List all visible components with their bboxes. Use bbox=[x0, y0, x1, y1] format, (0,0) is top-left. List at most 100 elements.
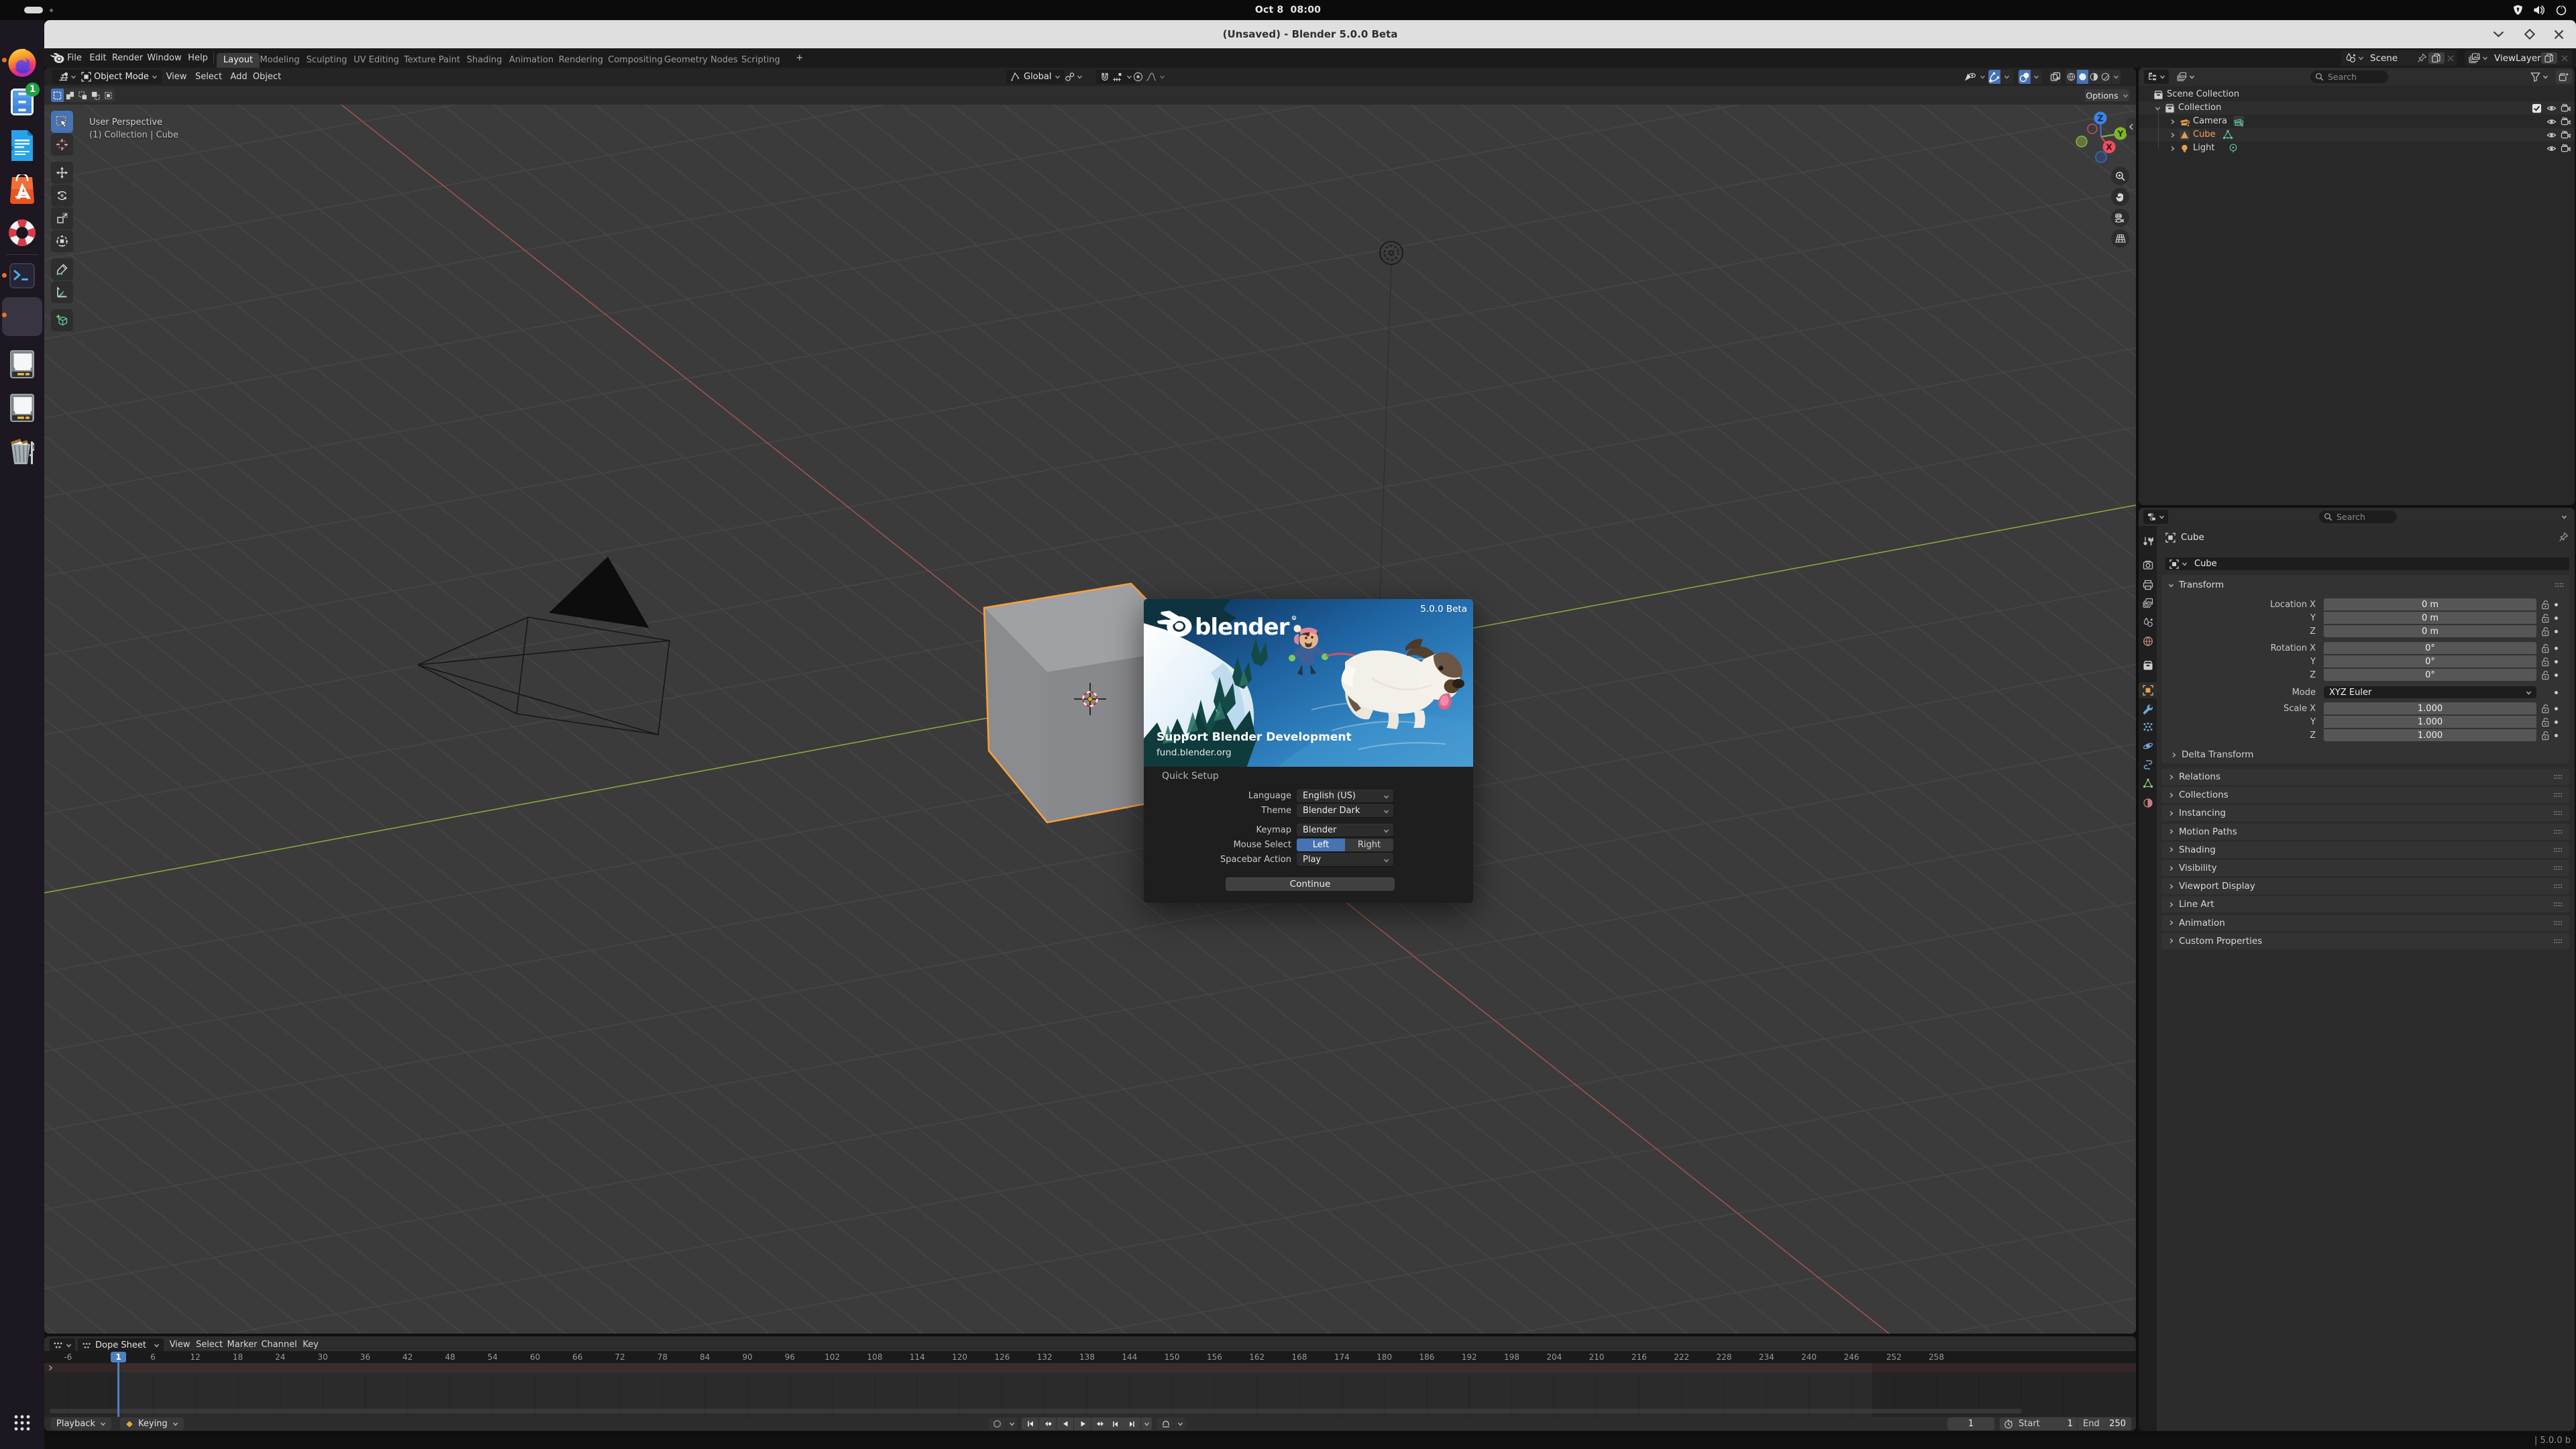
transform-panel-header[interactable]: Transform bbox=[2168, 580, 2224, 590]
gizmo-z-axis[interactable]: Z bbox=[2094, 111, 2107, 125]
cursor-tool[interactable] bbox=[51, 133, 73, 156]
chevron-right-icon[interactable] bbox=[2169, 146, 2176, 152]
lock-icon[interactable] bbox=[2541, 627, 2550, 637]
workspace-tab-modeling[interactable]: Modeling bbox=[253, 53, 306, 68]
lock-icon[interactable] bbox=[2541, 643, 2550, 653]
outliner-row-camera[interactable]: Camera bbox=[2139, 115, 2575, 128]
playhead-label[interactable]: 1 bbox=[111, 1352, 126, 1362]
pan-hand-button[interactable] bbox=[2111, 188, 2129, 206]
properties-tab-tool[interactable] bbox=[2139, 533, 2157, 549]
dock-item-appcenter[interactable] bbox=[0, 174, 44, 204]
camera-toggle-icon[interactable] bbox=[2561, 103, 2571, 113]
properties-tab-view-layer[interactable] bbox=[2139, 595, 2157, 611]
topbar-menu-render[interactable]: Render bbox=[111, 48, 144, 68]
animate-dot[interactable] bbox=[2555, 647, 2558, 650]
lock-icon[interactable] bbox=[2541, 704, 2550, 714]
properties-section-shading[interactable]: Shading bbox=[2161, 841, 2569, 858]
properties-tab-collection[interactable] bbox=[2139, 657, 2157, 674]
properties-editor-type-button[interactable] bbox=[2143, 510, 2168, 524]
drag-dots-icon[interactable] bbox=[2553, 829, 2563, 835]
workspace-tab-scripting[interactable]: Scripting bbox=[735, 53, 787, 68]
animate-dot[interactable] bbox=[2555, 630, 2558, 633]
mode-selector[interactable]: Object Mode bbox=[77, 70, 162, 84]
lock-icon[interactable] bbox=[2541, 657, 2550, 667]
properties-section-line-art[interactable]: Line Art bbox=[2161, 896, 2569, 913]
dock-item-files[interactable]: 1 bbox=[0, 83, 44, 117]
play-button[interactable] bbox=[1074, 1417, 1091, 1430]
gizmo-y-axis[interactable]: Y bbox=[2114, 127, 2127, 140]
dock-item-disk2[interactable] bbox=[0, 393, 44, 423]
lock-icon[interactable] bbox=[2541, 670, 2550, 680]
playback-popover[interactable]: Playback bbox=[51, 1417, 112, 1430]
breadcrumb-label[interactable]: Cube bbox=[2181, 532, 2204, 543]
chevron-right-icon[interactable] bbox=[2169, 119, 2176, 125]
properties-section-relations[interactable]: Relations bbox=[2161, 769, 2569, 785]
animate-dot[interactable] bbox=[2555, 660, 2558, 663]
gizmo-neg-x[interactable] bbox=[2087, 123, 2098, 134]
dopesheet-mode-selector[interactable]: Dope Sheet bbox=[78, 1338, 164, 1352]
properties-tab-data[interactable] bbox=[2139, 775, 2157, 792]
drag-dots-icon[interactable] bbox=[2553, 902, 2563, 907]
transform-tool[interactable] bbox=[51, 230, 73, 252]
gizmo-neg-z[interactable] bbox=[2095, 151, 2107, 163]
properties-tab-material[interactable] bbox=[2139, 795, 2157, 811]
properties-section-viewport-display[interactable]: Viewport Display bbox=[2161, 878, 2569, 895]
eye-toggle-icon[interactable] bbox=[2546, 117, 2557, 127]
topbar-menu-file[interactable]: File bbox=[66, 48, 83, 68]
outliner-filter-button[interactable] bbox=[2530, 70, 2548, 84]
security-shield-icon[interactable] bbox=[2513, 5, 2523, 15]
pin-icon[interactable] bbox=[2559, 532, 2569, 542]
power-icon[interactable] bbox=[2556, 5, 2567, 15]
zoom-button[interactable] bbox=[2111, 167, 2129, 185]
select-extend-button[interactable] bbox=[64, 89, 76, 102]
system-clock[interactable]: Oct 8 08:00 bbox=[0, 0, 2576, 20]
checkbox-toggle-icon[interactable] bbox=[2532, 103, 2542, 113]
tweak-select-tool[interactable] bbox=[51, 111, 73, 133]
animate-dot[interactable] bbox=[2555, 616, 2558, 620]
properties-section-custom-properties[interactable]: Custom Properties bbox=[2161, 932, 2569, 949]
outliner-editor-type-button[interactable] bbox=[2144, 70, 2169, 84]
viewport-menu-view[interactable]: View bbox=[166, 68, 187, 86]
new-viewlayer-button[interactable] bbox=[2541, 52, 2557, 64]
new-scene-button[interactable] bbox=[2428, 52, 2445, 64]
maximize-button[interactable] bbox=[2516, 20, 2543, 48]
animate-dot[interactable] bbox=[2555, 691, 2558, 694]
properties-tab-output[interactable] bbox=[2139, 577, 2157, 593]
properties-section-instancing[interactable]: Instancing bbox=[2161, 805, 2569, 822]
continue-button[interactable]: Continue bbox=[1226, 877, 1395, 891]
remove-viewlayer-button[interactable] bbox=[2559, 52, 2570, 64]
splash-field-theme[interactable]: Blender Dark bbox=[1297, 804, 1393, 817]
gizmo-neg-y[interactable] bbox=[2076, 136, 2088, 148]
summary-channel[interactable] bbox=[44, 1363, 2136, 1373]
lock-icon[interactable] bbox=[2541, 613, 2550, 623]
move-tool[interactable] bbox=[51, 162, 73, 184]
outliner-row-collection[interactable]: Collection bbox=[2139, 101, 2575, 115]
workspace-tab-geometry-nodes[interactable]: Geometry Nodes bbox=[657, 53, 745, 68]
transform-field-z[interactable]: 0 m bbox=[2324, 625, 2536, 637]
add-workspace-button[interactable]: + bbox=[795, 48, 805, 68]
step-forward-button[interactable] bbox=[1124, 1417, 1140, 1430]
transform-field-z[interactable]: 1.000 bbox=[2324, 729, 2536, 741]
select-subtract-button[interactable] bbox=[76, 89, 89, 102]
animate-dot[interactable] bbox=[2555, 603, 2558, 606]
shading-solid-button[interactable] bbox=[2077, 70, 2088, 84]
step-dropdown-button[interactable] bbox=[1141, 1417, 1152, 1430]
workspace-tab-sculpting[interactable]: Sculpting bbox=[300, 53, 354, 68]
drag-dots-icon[interactable] bbox=[2553, 810, 2563, 816]
loop-button[interactable] bbox=[1157, 1417, 1174, 1430]
eye-toggle-icon[interactable] bbox=[2546, 144, 2557, 154]
current-frame-field[interactable]: 1 bbox=[1947, 1417, 1994, 1430]
select-intersect-button[interactable] bbox=[102, 89, 115, 102]
topbar-menu-help[interactable]: Help bbox=[186, 48, 209, 68]
topbar-menu-window[interactable]: Window bbox=[146, 48, 182, 68]
play-reverse-button[interactable] bbox=[1057, 1417, 1073, 1430]
dock-item-writer[interactable] bbox=[0, 130, 44, 161]
splash-support-url[interactable]: fund.blender.org bbox=[1157, 747, 1232, 758]
annotate-tool[interactable] bbox=[51, 258, 73, 280]
volume-icon[interactable] bbox=[2534, 5, 2545, 15]
properties-tab-world[interactable] bbox=[2139, 633, 2157, 649]
viewport-menu-add[interactable]: Add bbox=[230, 68, 247, 86]
select-set-button[interactable] bbox=[51, 89, 64, 102]
animate-dot[interactable] bbox=[2555, 720, 2558, 724]
timeline-ruler[interactable]: -6 6 12 18 24 30 36 42 48 54 60 66 72 78 84 90 96 102 108 1… bbox=[44, 1351, 2136, 1363]
